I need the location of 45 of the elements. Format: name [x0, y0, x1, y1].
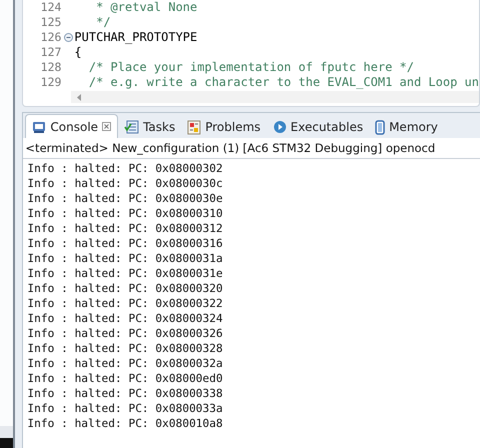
log-line: Info : halted: PC: 0x08000338 [27, 386, 224, 401]
log-line: Info : halted: PC: 0x08000326 [27, 326, 224, 341]
log-line: Info : halted: PC: 0x080010a8 [27, 416, 224, 431]
view-tab[interactable]: Memory [369, 116, 444, 138]
close-icon[interactable] [102, 122, 112, 131]
collapse-icon[interactable] [64, 33, 74, 42]
tasks-icon [124, 120, 140, 134]
log-line: Info : halted: PC: 0x0800030e [27, 191, 224, 206]
view-tab[interactable]: Console [25, 114, 118, 138]
view-tab[interactable]: Executables [266, 116, 370, 138]
log-line: Info : halted: PC: 0x0800033a [27, 401, 224, 416]
problems-icon [187, 120, 202, 134]
log-line: Info : halted: PC: 0x08000324 [27, 311, 224, 326]
log-line: Info : halted: PC: 0x08000316 [27, 236, 224, 251]
log-line: Info : halted: PC: 0x0800030c [27, 176, 224, 191]
code-line: */ [95, 15, 111, 30]
log-line: Info : halted: PC: 0x08000322 [27, 296, 224, 311]
log-line: Info : halted: PC: 0x0800031e [27, 266, 224, 281]
line-number: 129 [40, 75, 62, 90]
log-line: Info : halted: PC: 0x08000310 [27, 206, 224, 221]
code-line: /* e.g. write a character to the EVAL_COM1 and Loop un [88, 75, 479, 90]
console-icon [32, 120, 46, 134]
log-line: Info : halted: PC: 0x08000312 [27, 221, 224, 236]
view-tab[interactable]: Tasks [118, 116, 182, 138]
line-number: 124 [40, 0, 62, 15]
log-line: Info : halted: PC: 0x08000320 [27, 281, 224, 296]
console-header: <terminated> New_configuration (1) [Ac6 STM32 Debugging] openocd [23, 138, 480, 159]
line-number: 127 [40, 45, 62, 60]
log-line: Info : halted: PC: 0x08000302 [27, 161, 224, 176]
code-line: /* Place your implementation of fputc here */ [88, 60, 414, 75]
code-line: PUTCHAR_PROTOTYPE [74, 30, 198, 45]
log-line: Info : halted: PC: 0x0800032a [27, 356, 224, 371]
scroll-left-icon[interactable] [77, 94, 82, 100]
view-tab[interactable]: Problems [181, 116, 267, 138]
line-number: 125 [40, 15, 62, 30]
line-number: 128 [40, 60, 62, 75]
horizontal-scrollbar[interactable] [71, 91, 479, 103]
log-line: Info : halted: PC: 0x08000ed0 [27, 371, 224, 386]
code-line: * @retval None [95, 0, 198, 15]
log-line: Info : halted: PC: 0x08000328 [27, 341, 224, 356]
line-number: 126 [40, 30, 62, 45]
code-line: { [74, 45, 82, 60]
executables-icon [272, 120, 287, 134]
memory-icon [375, 120, 386, 134]
log-line: Info : halted: PC: 0x0800031a [27, 251, 224, 266]
